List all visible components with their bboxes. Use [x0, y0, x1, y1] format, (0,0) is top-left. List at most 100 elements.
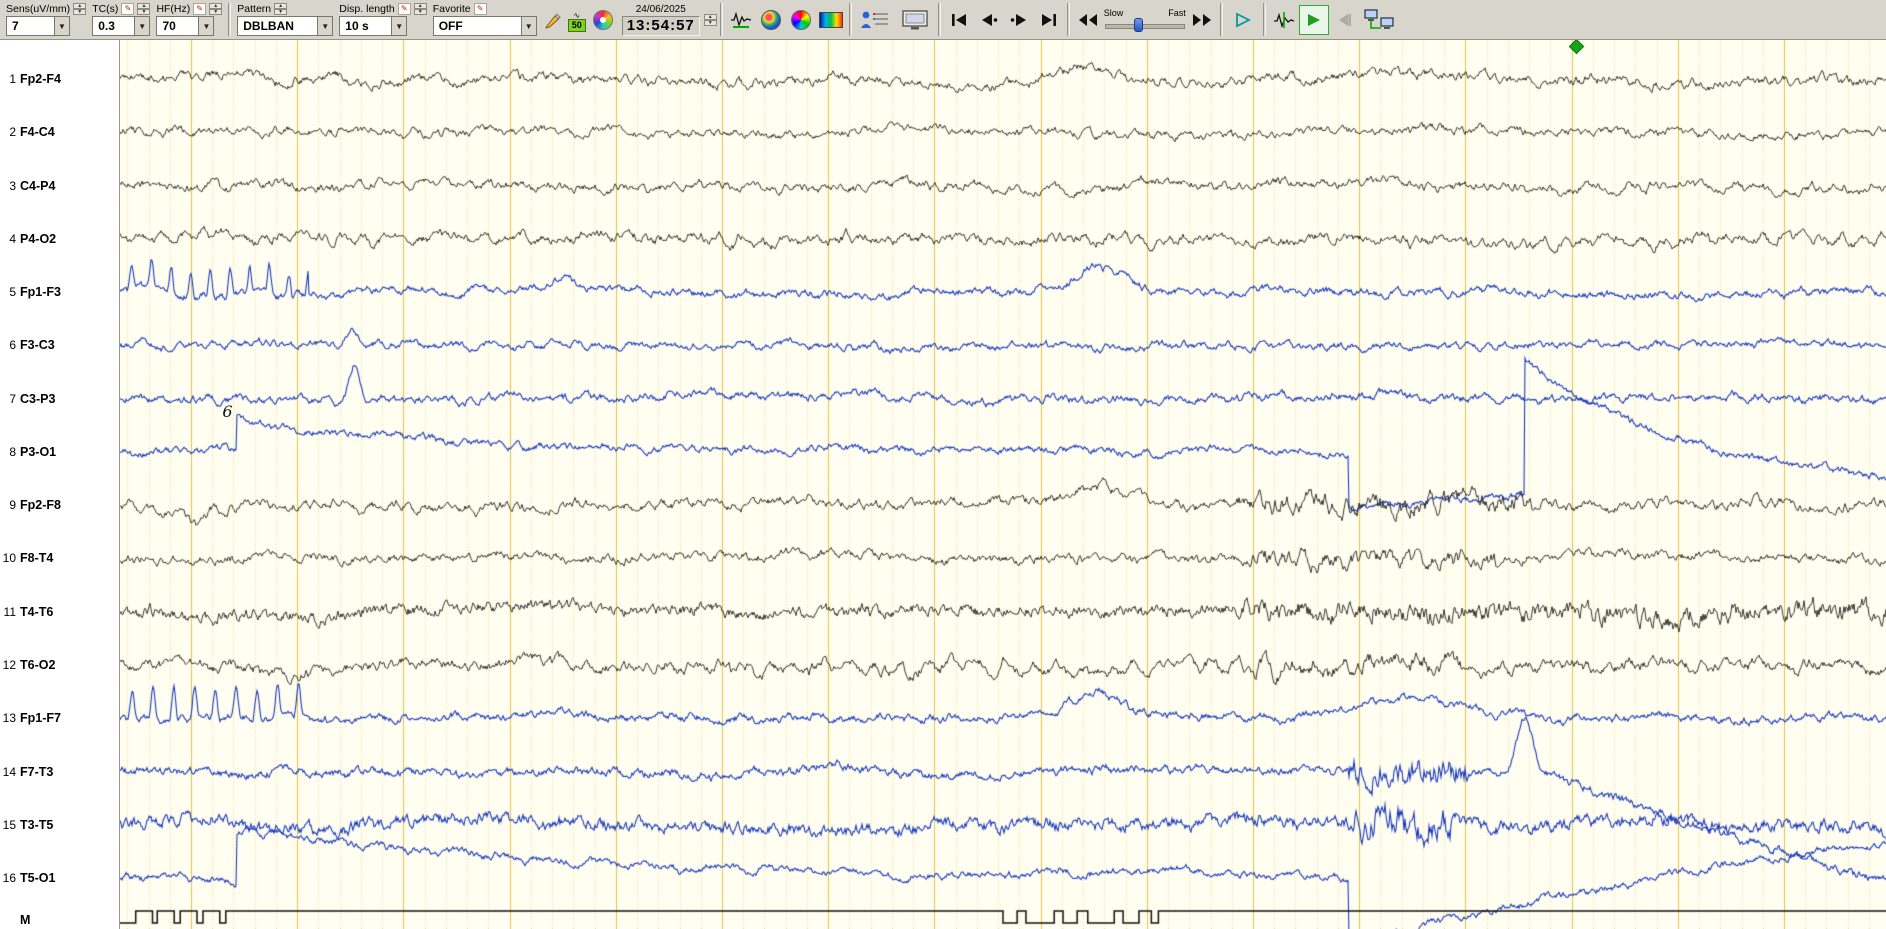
datetime-display: 24/06/2025 13:54:57 — [618, 1, 704, 38]
chevron-down-icon[interactable]: ▼ — [317, 16, 334, 36]
channel-label-row[interactable]: 10 F8-T4 — [0, 550, 118, 566]
separator — [848, 3, 852, 36]
channel-label-row[interactable]: 14 F7-T3 — [0, 764, 118, 780]
fast-label: Fast — [1168, 7, 1186, 18]
rewind-icon — [1078, 13, 1097, 26]
edit-pen-icon[interactable]: ✎ — [193, 2, 207, 15]
eeg-main-area: 1 Fp2-F4 2 F4-C4 3 C4-P4 4 P4-O2 5 Fp1-F3 6 F3-C3 7 C… — [0, 40, 1886, 929]
edit-pen-icon[interactable]: ✎ — [397, 2, 411, 15]
channel-label-row[interactable]: 8 P3-O1 — [0, 444, 118, 460]
display-length-select[interactable]: 10 s ▼ — [339, 16, 408, 36]
speed-up-button[interactable] — [1187, 5, 1217, 35]
time-spinner: ▲ ▼ — [703, 13, 717, 26]
spin-down-icon[interactable]: ▼ — [703, 19, 717, 26]
speed-slider-thumb[interactable] — [1134, 17, 1144, 32]
jump-end-button[interactable] — [1034, 5, 1064, 35]
channel-label-row[interactable]: 13 Fp1-F7 — [0, 710, 118, 726]
speed-down-button[interactable] — [1073, 5, 1103, 35]
channel-number: 5 — [9, 285, 16, 300]
chevron-down-icon[interactable]: ▼ — [391, 16, 408, 36]
spin-down-icon[interactable]: ▼ — [274, 8, 288, 15]
pattern-select[interactable]: DBLBAN ▼ — [237, 16, 334, 36]
channel-label-row[interactable]: 11 T4-T6 — [0, 604, 118, 620]
trace-view-button[interactable] — [726, 5, 756, 35]
edit-pen-icon[interactable]: ✎ — [473, 2, 487, 15]
channel-number: 12 — [2, 657, 16, 672]
sensitivity-label: Sens(uV/mm) — [6, 2, 71, 15]
monitor-button[interactable] — [895, 5, 935, 35]
network-computers-icon — [1364, 8, 1394, 29]
channel-number: 11 — [3, 604, 16, 619]
trace-display-area[interactable]: 6 — [120, 40, 1886, 929]
spin-down-icon[interactable]: ▼ — [137, 8, 151, 15]
favorite-control: Favorite ✎ OFF ▼ — [430, 1, 540, 38]
pencil-icon — [544, 13, 561, 29]
channel-label-row[interactable]: 1 Fp2-F4 — [0, 71, 118, 87]
brain-map-button[interactable] — [756, 5, 786, 35]
channel-label-row[interactable]: 16 T5-O1 — [0, 870, 118, 886]
channel-name: Fp1-F7 — [20, 711, 61, 726]
hf-select[interactable]: 70 ▼ — [156, 16, 215, 36]
channel-label-row[interactable]: 5 Fp1-F3 — [0, 284, 118, 300]
channel-name: C3-P3 — [20, 391, 56, 406]
channel-label-row[interactable]: 9 Fp2-F8 — [0, 497, 118, 513]
speed-slider-track[interactable] — [1103, 17, 1187, 32]
channel-label-row[interactable]: 4 P4-O2 — [0, 231, 118, 247]
sine-wave-icon: ∿ — [573, 10, 581, 20]
green-play-icon — [1307, 13, 1320, 26]
fast-forward-icon — [1192, 13, 1211, 26]
channel-number: 16 — [2, 871, 16, 886]
spin-down-icon[interactable]: ▼ — [73, 8, 87, 15]
edit-pen-icon[interactable]: ✎ — [121, 2, 135, 15]
channel-number: 10 — [2, 551, 16, 566]
previous-page-button[interactable] — [1329, 5, 1359, 35]
channel-name: F3-C3 — [20, 338, 55, 353]
channel-label-row[interactable]: 2 F4-C4 — [0, 124, 118, 140]
marked-waveform-icon — [1273, 11, 1294, 28]
brain-topography-icon — [760, 9, 781, 30]
play-button[interactable] — [1226, 5, 1260, 35]
pattern-value: DBLBAN — [237, 16, 318, 36]
hf-label: HF(Hz) — [156, 2, 191, 15]
patient-info-button[interactable] — [855, 5, 895, 35]
channel-name: T5-O1 — [20, 871, 56, 886]
chevron-down-icon[interactable]: ▼ — [54, 16, 70, 36]
favorite-select[interactable]: OFF ▼ — [432, 16, 537, 36]
channel-number: 2 — [9, 125, 16, 140]
review-trace-button[interactable] — [1269, 5, 1299, 35]
channel-label-row[interactable]: 7 C3-P3 — [0, 391, 118, 407]
spin-down-icon[interactable]: ▼ — [413, 8, 427, 15]
channel-label-row[interactable]: 6 F3-C3 — [0, 337, 118, 353]
settings-button[interactable] — [588, 5, 618, 35]
network-button[interactable] — [1359, 5, 1399, 35]
notch-filter-button[interactable]: ∿ 50 — [566, 8, 588, 32]
hf-value: 70 — [156, 16, 199, 36]
sensitivity-select[interactable]: 7 ▼ — [6, 16, 70, 36]
chevron-down-icon[interactable]: ▼ — [134, 16, 151, 36]
channel-name: T6-O2 — [20, 657, 56, 672]
chevron-down-icon[interactable]: ▼ — [520, 16, 537, 36]
eeg-canvas[interactable] — [120, 40, 1886, 929]
channel-label-row[interactable]: 3 C4-P4 — [0, 178, 118, 194]
annotation-pencil-button[interactable] — [540, 5, 566, 35]
jump-start-button[interactable] — [944, 5, 974, 35]
live-play-button[interactable] — [1298, 4, 1329, 35]
favorite-label: Favorite — [432, 2, 471, 15]
channel-label-row[interactable]: 15 T3-T5 — [0, 817, 118, 833]
step-back-icon — [981, 13, 998, 26]
step-back-button[interactable] — [974, 5, 1004, 35]
gear-icon — [592, 9, 613, 30]
separator — [937, 3, 941, 36]
spin-down-icon[interactable]: ▼ — [209, 8, 223, 15]
channel-label-row[interactable]: 12 T6-O2 — [0, 657, 118, 673]
notch-value: 50 — [567, 18, 586, 32]
spectrogram-icon — [818, 11, 843, 28]
tc-select[interactable]: 0.3 ▼ — [92, 16, 151, 36]
chevron-down-icon[interactable]: ▼ — [198, 16, 215, 36]
spectrogram-button[interactable] — [816, 5, 846, 35]
channel-name: P3-O1 — [20, 444, 57, 459]
spectrum-circle-button[interactable] — [786, 5, 816, 35]
patient-list-icon — [860, 11, 888, 28]
step-forward-button[interactable] — [1004, 5, 1034, 35]
hf-control: HF(Hz) ✎ ▲ ▼ 70 ▼ — [153, 1, 225, 38]
